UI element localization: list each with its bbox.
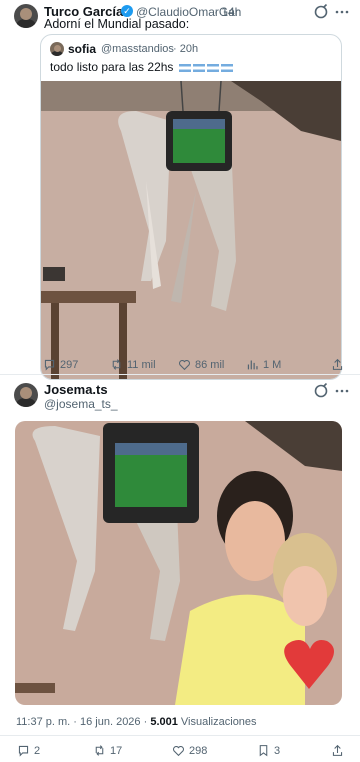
quote-author-handle[interactable]: @masstandios	[101, 43, 174, 55]
retweet-count: 17	[110, 744, 123, 757]
avatar[interactable]	[14, 383, 38, 407]
views-label: Visualizaciones	[180, 716, 257, 728]
retweet-icon	[95, 745, 104, 756]
more-icon[interactable]	[334, 4, 350, 20]
share-button[interactable]	[331, 744, 344, 757]
share-icon	[332, 358, 343, 370]
quote-author-name[interactable]: sofia	[68, 42, 96, 56]
views-button[interactable]: 1 M	[246, 358, 281, 371]
post-text: Adorní el Mundial pasado:	[44, 17, 190, 31]
like-icon	[173, 746, 184, 757]
reply-icon	[18, 745, 29, 757]
avatar[interactable]	[14, 4, 38, 28]
quote-avatar[interactable]	[50, 42, 64, 56]
reply-button[interactable]: 297	[43, 358, 78, 371]
reply-count: 297	[60, 358, 79, 371]
divider	[0, 735, 360, 736]
argentina-flags	[177, 60, 233, 74]
post-timestamp[interactable]: 11:37 p. m. · 16 jun. 2026 ·	[16, 716, 147, 728]
post-time[interactable]: · 14h	[214, 5, 241, 19]
quote-post-time[interactable]: · 20h	[173, 43, 198, 55]
more-icon[interactable]	[334, 383, 350, 399]
grok-icon[interactable]	[313, 3, 329, 20]
like-button[interactable]: 298	[172, 744, 207, 757]
views-count: 1 M	[263, 358, 282, 371]
share-icon	[332, 744, 343, 756]
like-count: 86 mil	[195, 358, 225, 371]
grok-icon[interactable]	[313, 382, 329, 399]
share-button[interactable]	[331, 358, 344, 371]
like-count: 298	[189, 744, 208, 757]
post-photo[interactable]	[15, 421, 342, 705]
author-name[interactable]: Josema.ts	[44, 382, 108, 397]
quote-text: todo listo para las 22hs	[50, 60, 233, 74]
reply-icon	[44, 359, 55, 371]
quote-photo[interactable]	[41, 81, 341, 379]
quote-text-body: todo listo para las 22hs	[50, 60, 174, 74]
views-count: 5.001	[150, 716, 178, 728]
verified-icon: ✓	[121, 5, 133, 17]
retweet-icon	[112, 359, 121, 370]
views-icon	[247, 360, 258, 370]
bookmark-count: 3	[274, 744, 281, 757]
reply-button[interactable]: 2	[17, 744, 40, 757]
like-button[interactable]: 86 mil	[178, 358, 224, 371]
bookmark-icon	[259, 745, 268, 757]
retweet-button[interactable]: 17	[93, 744, 122, 757]
divider	[0, 374, 360, 375]
author-handle[interactable]: @josema_ts_	[44, 397, 118, 411]
reply-count: 2	[34, 744, 41, 757]
like-icon	[179, 360, 190, 371]
retweet-button[interactable]: 11 mil	[110, 358, 156, 371]
post-meta: 11:37 p. m. · 16 jun. 2026 · 5.001 Visua…	[16, 716, 257, 728]
bookmark-button[interactable]: 3	[257, 744, 280, 757]
retweet-count: 11 mil	[127, 358, 156, 371]
quoted-post[interactable]: sofia @masstandios · 20h todo listo para…	[40, 34, 342, 380]
